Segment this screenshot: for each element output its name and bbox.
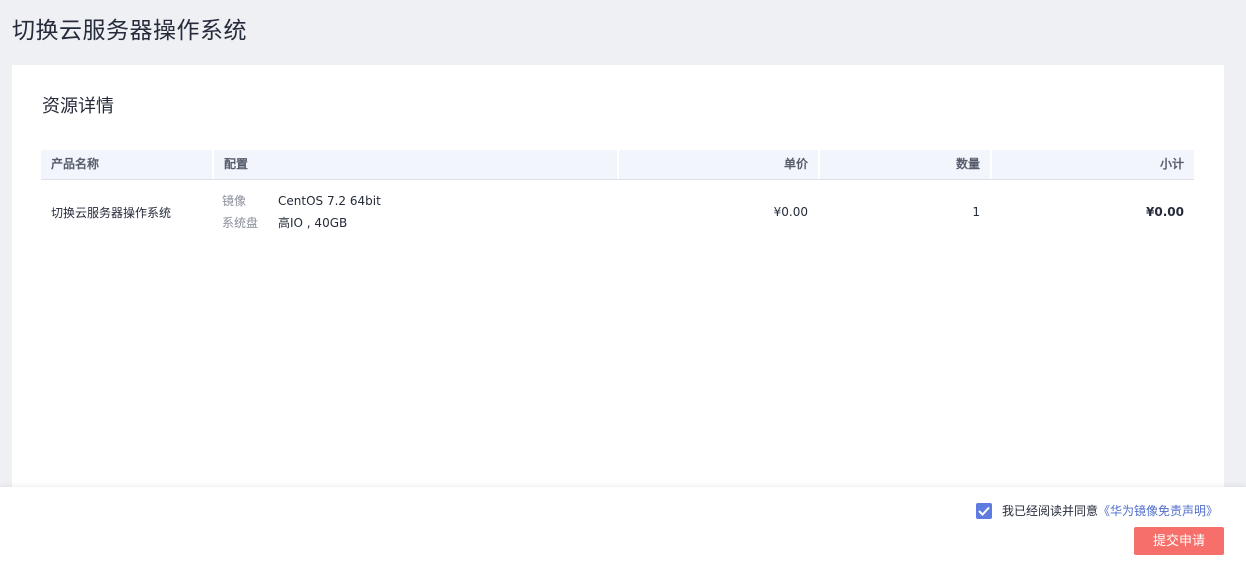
product-name: 切换云服务器操作系统 [51, 205, 172, 220]
disclaimer-link[interactable]: 《华为镜像免责声明》 [1098, 502, 1218, 519]
submit-button[interactable]: 提交申请 [1134, 527, 1224, 555]
config-line-disk: 系统盘 高IO , 40GB [222, 212, 607, 234]
table-header: 产品名称 配置 单价 数量 小计 [41, 150, 1194, 180]
agreement: 我已经阅读并同意 《华为镜像免责声明》 [975, 502, 1218, 519]
config-value: 高IO , 40GB [278, 216, 348, 230]
table-row: 切换云服务器操作系统 镜像 CentOS 7.2 64bit 系统盘 高IO ,… [41, 180, 1194, 244]
section-title: 资源详情 [42, 96, 114, 117]
column-header-product: 产品名称 [41, 150, 212, 179]
quantity: 1 [972, 205, 980, 219]
checkmark-icon [978, 506, 990, 516]
agree-text: 我已经阅读并同意 [1001, 504, 1098, 518]
config-key: 镜像 [222, 194, 247, 208]
config-line-image: 镜像 CentOS 7.2 64bit [222, 190, 607, 212]
resource-details-card: 资源详情 产品名称 配置 单价 数量 小计 切换云服务器操作系统 镜像 Cent… [12, 65, 1224, 495]
config-cell: 镜像 CentOS 7.2 64bit 系统盘 高IO , 40GB [212, 190, 617, 234]
footer-bar: 我已经阅读并同意 《华为镜像免责声明》 提交申请 [0, 487, 1246, 563]
resource-table: 产品名称 配置 单价 数量 小计 切换云服务器操作系统 镜像 CentOS 7.… [41, 150, 1194, 244]
unit-price: ¥0.00 [773, 205, 808, 219]
column-header-subtotal: 小计 [990, 150, 1194, 179]
column-header-unit-price: 单价 [617, 150, 818, 179]
config-key: 系统盘 [222, 216, 259, 230]
page-title: 切换云服务器操作系统 [12, 18, 247, 44]
column-header-config: 配置 [212, 150, 617, 179]
subtotal: ¥0.00 [1146, 205, 1184, 219]
config-value: CentOS 7.2 64bit [278, 194, 381, 208]
column-header-quantity: 数量 [818, 150, 990, 179]
agree-checkbox[interactable] [975, 502, 992, 519]
